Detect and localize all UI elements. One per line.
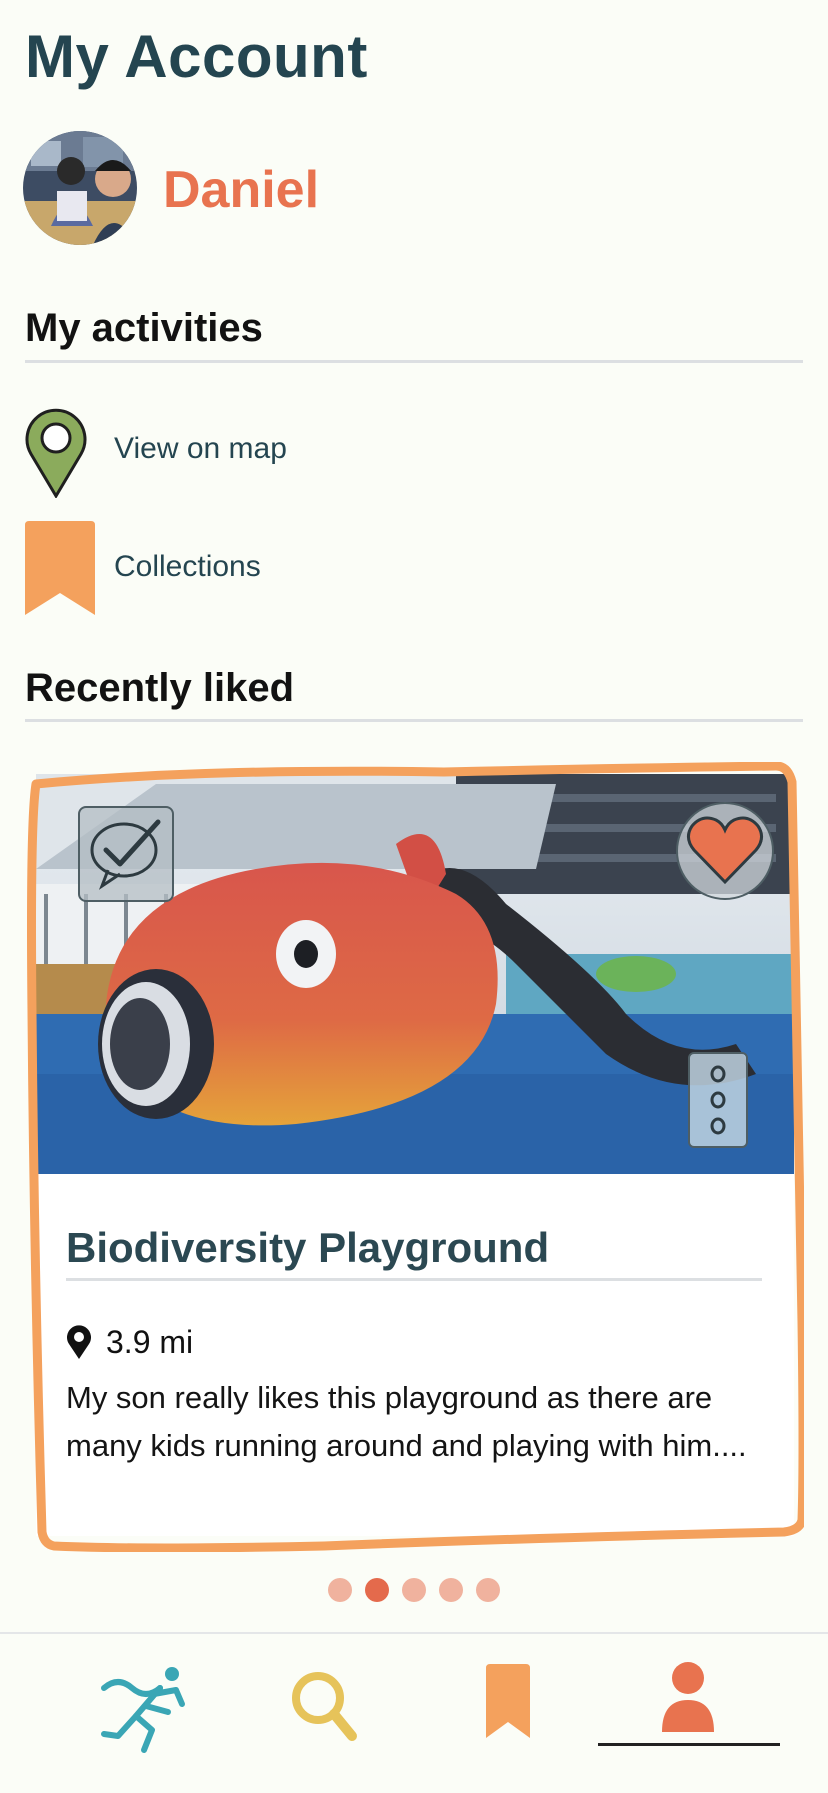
more-vertical-icon [710,1065,726,1135]
running-person-icon [101,1667,185,1753]
check-bubble-icon [90,819,161,890]
bottom-nav [0,1632,828,1793]
active-tab-indicator [598,1743,780,1746]
activity-photo[interactable] [36,774,794,1174]
nav-saved[interactable] [416,1634,596,1793]
mark-done-button[interactable] [78,806,174,902]
activity-card-body[interactable]: Biodiversity Playground 3.9 mi My son re… [36,774,794,1536]
map-pin-icon [25,408,87,498]
distance-row: 3.9 mi [66,1322,193,1362]
location-pin-icon [67,1325,91,1359]
avatar[interactable] [23,131,137,245]
like-button[interactable] [676,802,774,900]
nav-account[interactable] [598,1634,778,1793]
pagination-dot[interactable] [476,1578,500,1602]
carousel-pagination [328,1578,500,1602]
card-title[interactable]: Biodiversity Playground [66,1224,549,1272]
recently-liked-heading: Recently liked [25,666,295,710]
heart-icon [687,816,763,885]
more-options-button[interactable] [688,1052,748,1148]
pagination-dot[interactable] [439,1578,463,1602]
pagination-dot[interactable] [402,1578,426,1602]
card-description: My son really likes this playground as t… [66,1380,747,1463]
page-title: My Account [25,23,368,90]
activity-card[interactable]: Biodiversity Playground 3.9 mi My son re… [24,762,804,1552]
activities-divider [25,360,803,363]
card-divider [66,1278,762,1281]
avatar-photo [23,131,137,245]
pagination-dot[interactable] [328,1578,352,1602]
distance-value: 3.9 mi [106,1323,194,1360]
collections-label: Collections [114,550,261,583]
bookmark-icon [486,1664,530,1738]
person-icon [662,1662,714,1732]
view-on-map-item[interactable]: View on map [25,404,525,500]
username: Daniel [163,161,320,219]
nav-search[interactable] [232,1634,412,1793]
collections-item[interactable]: Collections [25,520,525,616]
bookmark-icon [25,521,95,615]
recently-liked-divider [25,719,803,722]
search-icon [292,1672,357,1741]
pagination-dot-active[interactable] [365,1578,389,1602]
view-on-map-label: View on map [114,432,287,465]
nav-activities[interactable] [48,1634,228,1793]
my-activities-heading: My activities [25,306,263,350]
